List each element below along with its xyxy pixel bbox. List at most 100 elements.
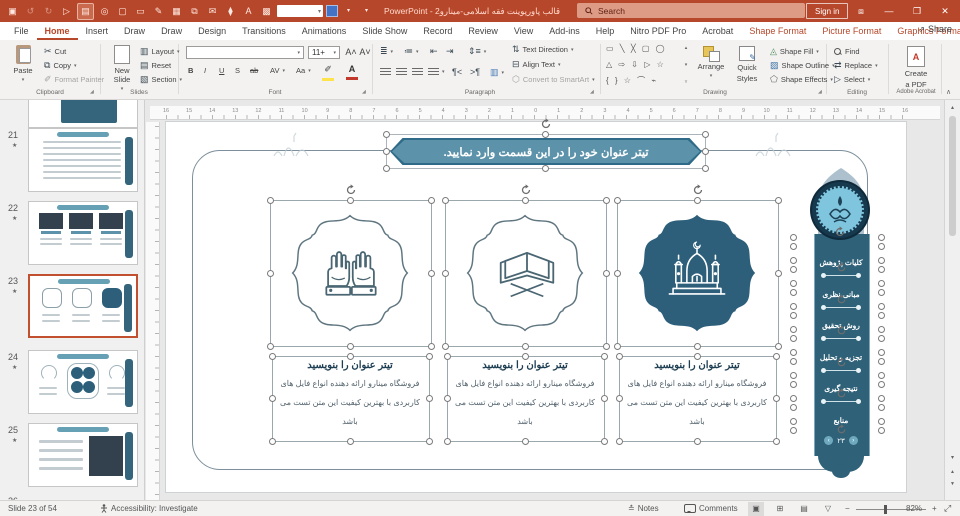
selection-handle[interactable]: [878, 427, 885, 434]
selection-handle[interactable]: [790, 312, 797, 319]
create-pdf-button[interactable]: A Create a PDF: [898, 46, 934, 89]
rotate-handle-icon[interactable]: [520, 184, 532, 196]
shrink-font-icon[interactable]: A˅: [358, 45, 372, 59]
close-button[interactable]: ✕: [932, 0, 958, 22]
strikethrough-button[interactable]: ab: [250, 66, 258, 75]
selection-handle[interactable]: [790, 381, 797, 388]
selection-handle[interactable]: [426, 438, 433, 445]
university-of-tehran-logo[interactable]: [812, 182, 868, 238]
selection-handle[interactable]: [790, 358, 797, 365]
selection-handle[interactable]: [603, 343, 610, 350]
vertical-ruler[interactable]: [146, 122, 160, 500]
tab-acrobat[interactable]: Acrobat: [694, 22, 741, 40]
selection-handle[interactable]: [878, 289, 885, 296]
collapse-ribbon-icon[interactable]: ∧: [946, 88, 951, 96]
selection-handle[interactable]: [878, 243, 885, 250]
grow-font-icon[interactable]: A˄: [344, 45, 358, 59]
selection-handle[interactable]: [790, 372, 797, 379]
selection-handle[interactable]: [790, 280, 797, 287]
bullets-button[interactable]: ≣ ▾: [380, 47, 393, 56]
minimize-button[interactable]: —: [876, 0, 902, 22]
selection-handle[interactable]: [878, 303, 885, 310]
restore-button[interactable]: ❐: [904, 0, 930, 22]
align-text-button[interactable]: ⊟ Align Text ▾: [512, 60, 560, 70]
bold-button[interactable]: B: [188, 66, 193, 75]
font-dialog-launcher[interactable]: ◢: [362, 89, 366, 95]
selection-handle[interactable]: [702, 131, 709, 138]
selection-handle[interactable]: [426, 353, 433, 360]
thumbnail-slide-20[interactable]: [28, 100, 138, 128]
selection-handle[interactable]: [603, 197, 610, 204]
font-color-button[interactable]: A: [346, 64, 358, 80]
selection-handle[interactable]: [790, 404, 797, 411]
redo-icon[interactable]: ↻: [41, 4, 56, 19]
normal-view-button[interactable]: ▣: [748, 501, 764, 516]
tab-draw[interactable]: Draw: [116, 22, 153, 40]
slide-canvas[interactable]: تیتر عنوان خود را در این قسمت وارد نمایی…: [166, 122, 906, 492]
selection-handle[interactable]: [347, 197, 354, 204]
card-body[interactable]: فروشگاه مینارو ارائه دهنده انواع فایل ها…: [449, 374, 601, 432]
start-slideshow-icon[interactable]: ▷: [59, 4, 74, 19]
selection-handle[interactable]: [542, 165, 549, 172]
selection-handle[interactable]: [442, 269, 449, 277]
underline-button[interactable]: U: [219, 66, 224, 75]
selection-handle[interactable]: [878, 234, 885, 241]
swatch-dropdown-icon[interactable]: ▾: [341, 4, 356, 19]
tab-transitions[interactable]: Transitions: [234, 22, 294, 40]
card-heading[interactable]: تیتر عنوان را بنویسید: [270, 360, 430, 371]
scrollbar-thumb[interactable]: [949, 116, 956, 236]
highlight-color-button[interactable]: ✐: [322, 64, 334, 81]
shapes-gallery[interactable]: ▭ ╲ ╳ ▢ ◯ △ ⇨ ⇩ ▷ ☆{ } ☆ ⌒ ⌁: [606, 45, 680, 85]
selection-handle[interactable]: [428, 343, 435, 350]
new-slide-button[interactable]: New Slide ▾: [106, 45, 138, 92]
find-button[interactable]: Find: [834, 47, 860, 56]
selection-handle[interactable]: [269, 438, 276, 445]
selection-handle[interactable]: [878, 335, 885, 342]
selection-handle[interactable]: [442, 197, 449, 204]
shape-fill-button[interactable]: ◬ Shape Fill ▾: [770, 47, 819, 57]
normal-view-icon[interactable]: ▤: [77, 2, 94, 20]
selection-handle[interactable]: [616, 353, 623, 360]
selection-handle[interactable]: [773, 353, 780, 360]
selection-handle[interactable]: [444, 438, 451, 445]
paragraph-dialog-launcher[interactable]: ◢: [590, 89, 594, 95]
selection-handle[interactable]: [790, 349, 797, 356]
ltr-direction-icon[interactable]: ˃¶: [470, 68, 480, 77]
selection-handle[interactable]: [878, 395, 885, 402]
selection-handle[interactable]: [878, 372, 885, 379]
selection-handle[interactable]: [878, 280, 885, 287]
selection-handle[interactable]: [601, 438, 608, 445]
next-slide-icon[interactable]: ▼: [947, 478, 958, 489]
color-swatch-icon[interactable]: [326, 5, 338, 17]
title-selection[interactable]: [383, 131, 709, 172]
font-size-combo[interactable]: 11+ ▾: [308, 46, 340, 59]
search-input[interactable]: Search: [577, 3, 805, 18]
convert-smartart-button[interactable]: ⬡ Convert to SmartArt ▾: [512, 75, 595, 85]
selection-handle[interactable]: [878, 381, 885, 388]
selection-handle[interactable]: [616, 438, 623, 445]
style-combo[interactable]: ▾: [277, 5, 323, 17]
selection-handle[interactable]: [383, 165, 390, 172]
selection-handle[interactable]: [878, 257, 885, 264]
selection-handle[interactable]: [603, 269, 610, 277]
line-spacing-button[interactable]: ⇕≡ ▾: [468, 47, 486, 56]
selection-handle[interactable]: [267, 269, 274, 277]
save-icon[interactable]: ▣: [5, 4, 20, 19]
selection-handle[interactable]: [522, 438, 529, 445]
thumbnail-slide-22[interactable]: [28, 201, 138, 265]
previous-slide-icon[interactable]: ▲: [947, 466, 958, 477]
share-button[interactable]: ⇗ Share: [918, 24, 952, 34]
selection-handle[interactable]: [614, 343, 621, 350]
notes-button[interactable]: ≛ Notes: [628, 504, 659, 513]
selection-handle[interactable]: [444, 353, 451, 360]
tab-insert[interactable]: Insert: [78, 22, 117, 40]
scroll-down-icon[interactable]: ▾: [947, 452, 958, 463]
vertical-scrollbar[interactable]: ▴ ▾ ▲ ▼: [944, 100, 960, 500]
shape-outline-button[interactable]: ▨ Shape Outline ▾: [770, 61, 835, 71]
rotate-handle-icon[interactable]: [692, 184, 704, 196]
selection-handle[interactable]: [878, 404, 885, 411]
selection-handle[interactable]: [428, 197, 435, 204]
selection-handle[interactable]: [694, 438, 701, 445]
nav-prev-icon[interactable]: ‹: [824, 436, 834, 445]
selection-handle[interactable]: [790, 335, 797, 342]
